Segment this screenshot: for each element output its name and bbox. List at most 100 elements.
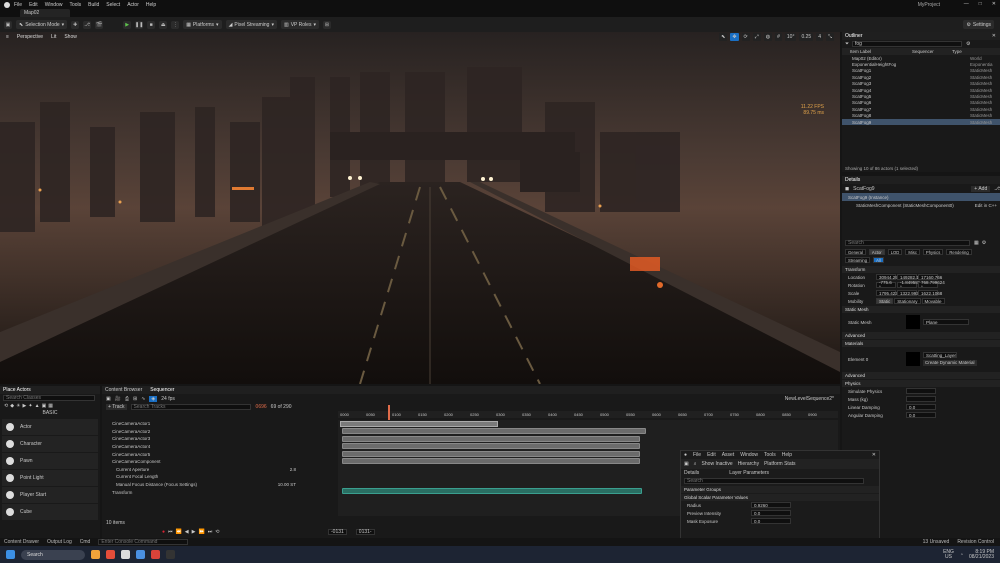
filter-rendering[interactable]: Rendering: [946, 249, 972, 255]
play-options-icon[interactable]: ⋮: [171, 20, 180, 29]
mobility-stationary[interactable]: Stationary: [894, 298, 921, 304]
file-explorer-icon[interactable]: [91, 550, 100, 559]
fw-menu-edit[interactable]: Edit: [707, 452, 716, 458]
outliner-row[interactable]: ScatFog4 StaticMesh: [842, 87, 1000, 93]
layout-icon[interactable]: ⊞: [322, 20, 331, 29]
reverse-icon[interactable]: ◀: [185, 529, 189, 535]
outliner-row[interactable]: ScatFog5 StaticMesh: [842, 93, 1000, 99]
create-dynamic-material-button[interactable]: Create Dynamic Material: [923, 360, 977, 366]
fw-close-icon[interactable]: ✕: [872, 452, 876, 458]
component-child[interactable]: StaticMeshComponent (StaticMeshComponent…: [842, 201, 1000, 209]
save-icon[interactable]: ▣: [4, 20, 12, 29]
sequencer-track[interactable]: CineCameraActor5: [102, 450, 336, 458]
track-clip[interactable]: [342, 428, 646, 434]
basic-icon[interactable]: ◆: [10, 403, 14, 409]
outliner-row[interactable]: ScatFog1 StaticMesh: [842, 68, 1000, 74]
app2-icon[interactable]: [151, 550, 160, 559]
platforms-button[interactable]: ▦ Platforms ▾: [183, 20, 222, 29]
param-value[interactable]: 0.0: [751, 518, 791, 524]
console-input[interactable]: Enter Console Command: [98, 539, 189, 545]
section-advanced[interactable]: Advanced: [842, 332, 1000, 339]
timeline-ruler[interactable]: 0000 0050 0100 0150 0200 0250 0300 0350 0400 0450…: [338, 411, 838, 418]
play-seq-icon[interactable]: ▶: [192, 529, 196, 535]
fw-details-tab[interactable]: Details: [684, 470, 699, 476]
place-actors-tab[interactable]: Place Actors: [3, 387, 31, 393]
seq-render-icon[interactable]: ⎙: [125, 396, 129, 402]
col-type[interactable]: Type: [942, 49, 962, 54]
to-end-icon[interactable]: ⏭: [208, 529, 213, 535]
physics-value[interactable]: [906, 388, 936, 394]
fw-layer-params-tab[interactable]: Layer Parameters: [729, 470, 769, 476]
filter-icon[interactable]: ⏷: [845, 41, 849, 47]
grid-snap-icon[interactable]: #: [775, 33, 782, 41]
rotation-z[interactable]: 768.799624 °: [918, 280, 945, 290]
camera-cut-clip[interactable]: [340, 421, 498, 427]
content-browser-tab[interactable]: Content Browser: [105, 387, 142, 393]
filter-streaming[interactable]: Streaming: [845, 257, 871, 263]
recent-icon[interactable]: ⟲: [4, 403, 8, 409]
sequencer-track[interactable]: CineCameraActor4: [102, 443, 336, 451]
wifi-icon[interactable]: ◔: [960, 552, 963, 558]
current-frame[interactable]: 0696: [256, 404, 267, 410]
fw-save-icon[interactable]: ▣: [684, 461, 689, 467]
outliner-row[interactable]: ScatFog6 StaticMesh: [842, 100, 1000, 106]
place-actor-player-start[interactable]: Player Start: [2, 487, 98, 503]
section-advanced-2[interactable]: Advanced: [842, 372, 1000, 379]
sequencer-track[interactable]: Manual Focus Distance (Focus Settings) 10…: [102, 481, 336, 489]
output-log-button[interactable]: Output Log: [47, 539, 72, 545]
sequencer-track[interactable]: Current Focal Length: [102, 473, 336, 481]
filter-actor[interactable]: Actor: [868, 249, 885, 255]
place-actor-point-light[interactable]: Point Light: [2, 470, 98, 486]
eject-icon[interactable]: ⏏: [159, 20, 168, 29]
fw-menu-tools[interactable]: Tools: [764, 452, 776, 458]
rotate-tool-icon[interactable]: ⟳: [741, 33, 750, 41]
visual-effects-icon[interactable]: ✦: [28, 403, 32, 409]
lights-icon[interactable]: ☀: [16, 403, 20, 409]
rotation-y[interactable]: -1.849581 °: [897, 280, 920, 290]
app-icon[interactable]: [136, 550, 145, 559]
revision-control[interactable]: Revision Control: [957, 539, 994, 545]
place-actor-pawn[interactable]: Pawn: [2, 453, 98, 469]
fw-menu-help[interactable]: Help: [782, 452, 792, 458]
show-inactive-button[interactable]: Show Inactive: [702, 461, 733, 467]
maximize-icon[interactable]: □: [979, 1, 982, 7]
sequencer-track[interactable]: CineCameraActor1: [102, 420, 336, 428]
fw-search[interactable]: Search: [684, 478, 864, 484]
outliner-row[interactable]: ScatFog2 StaticMesh: [842, 74, 1000, 80]
mobility-movable[interactable]: Movable: [921, 298, 945, 304]
menu-window[interactable]: Window: [45, 2, 63, 8]
section-static-mesh[interactable]: Static Mesh: [842, 306, 1000, 313]
add-track-button[interactable]: + Track: [106, 404, 127, 410]
view-options-icon[interactable]: ▦: [974, 240, 979, 246]
mesh-picker[interactable]: Plane: [923, 319, 969, 325]
loop-icon[interactable]: ⟲: [215, 529, 219, 535]
world-icon[interactable]: ◍: [763, 33, 773, 41]
seq-camera-icon[interactable]: 🎥: [115, 396, 121, 402]
outliner-row[interactable]: ScatFog7 StaticMesh: [842, 106, 1000, 112]
outliner-row[interactable]: ScatFog3 StaticMesh: [842, 81, 1000, 87]
fw-menu-file[interactable]: File: [693, 452, 701, 458]
vp-roles-button[interactable]: ▥ VP Roles ▾: [280, 20, 319, 29]
seq-curve-icon[interactable]: ∿: [141, 396, 145, 402]
play-icon[interactable]: ▶: [123, 20, 132, 29]
stop-icon[interactable]: ■: [147, 20, 156, 29]
filter-physics[interactable]: Physics: [922, 249, 944, 255]
actor-name[interactable]: ScatFog9: [853, 186, 874, 192]
blueprint-icon[interactable]: ⎇: [83, 20, 92, 29]
range-end[interactable]: 0131-: [355, 529, 375, 535]
unreal-taskbar-icon[interactable]: [121, 550, 130, 559]
col-sequencer[interactable]: Sequencer: [882, 49, 942, 54]
col-item-label[interactable]: Item Label: [842, 49, 882, 54]
platform-stats-button[interactable]: Platform Stats: [764, 461, 795, 467]
cinematics-icon[interactable]: 🎬: [95, 20, 104, 29]
minimize-icon[interactable]: —: [964, 1, 969, 7]
outliner-row[interactable]: ScatFog9 StaticMesh: [842, 118, 1000, 126]
map-tab[interactable]: Map02: [20, 9, 70, 17]
fw-menu-window[interactable]: Window: [740, 452, 758, 458]
sequencer-track[interactable]: CineCameraActor2: [102, 428, 336, 436]
fw-global-scalar[interactable]: Global Scalar Parameter Values: [681, 494, 879, 501]
track-clip[interactable]: [342, 443, 640, 450]
sequence-name[interactable]: NewLevelSequence2*: [785, 396, 834, 402]
close-tab-icon[interactable]: ✕: [992, 33, 996, 39]
viewport-menu-icon[interactable]: ≡: [6, 34, 9, 40]
